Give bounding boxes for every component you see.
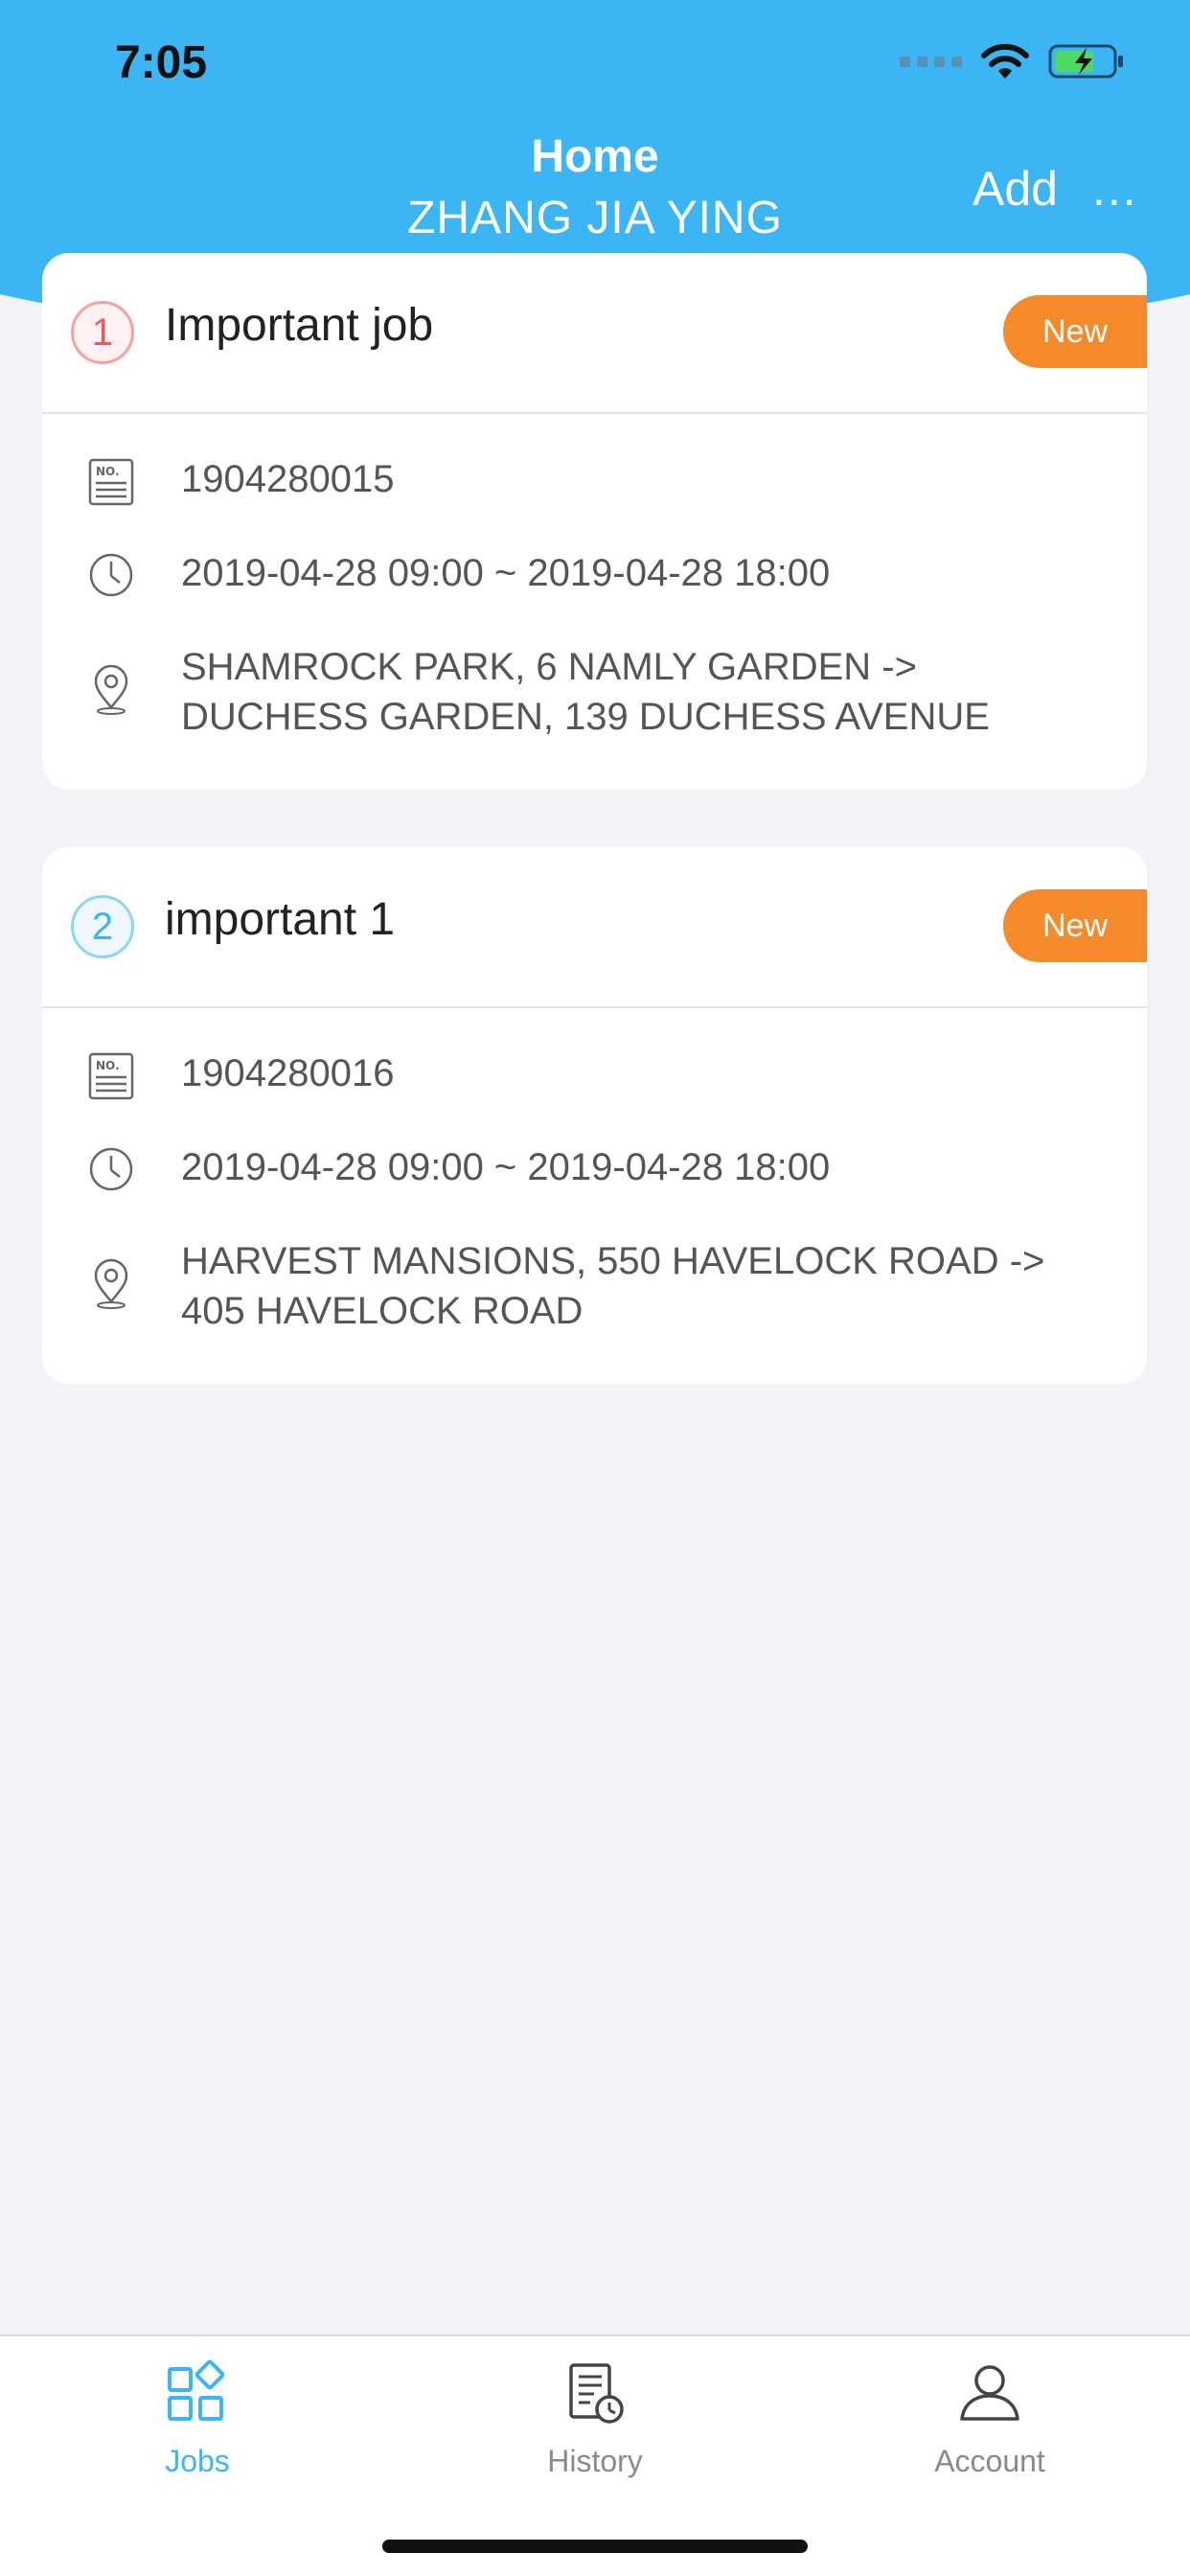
home-indicator[interactable] bbox=[382, 2540, 808, 2553]
svg-text:NO.: NO. bbox=[96, 1059, 120, 1072]
job-index-badge: 1 bbox=[71, 301, 134, 364]
tab-jobs[interactable]: Jobs bbox=[73, 2359, 322, 2479]
job-status-badge: New bbox=[1003, 295, 1147, 368]
clock-icon bbox=[89, 553, 133, 597]
job-card[interactable]: 2 important 1 New NO. 1904280016 2019-04… bbox=[42, 847, 1147, 1384]
location-pin-icon bbox=[94, 1258, 128, 1309]
battery-charging-icon bbox=[1048, 44, 1123, 79]
job-card-header: 2 important 1 New bbox=[42, 847, 1147, 1008]
tab-label: Jobs bbox=[165, 2444, 230, 2478]
more-menu-button[interactable]: ... bbox=[1092, 161, 1138, 217]
location-pin-icon bbox=[94, 664, 128, 715]
job-title: Important job bbox=[165, 300, 434, 351]
tab-history[interactable]: History bbox=[470, 2359, 720, 2479]
job-number: 1904280016 bbox=[181, 1052, 395, 1094]
grid-icon bbox=[168, 2359, 225, 2421]
job-route-line: SHAMROCK PARK, 6 NAMLY GARDEN -> bbox=[181, 646, 917, 688]
job-card-header: 1 Important job New bbox=[42, 253, 1147, 414]
add-button[interactable]: Add bbox=[973, 161, 1058, 217]
history-doc-icon bbox=[569, 2363, 624, 2424]
job-route: HARVEST MANSIONS, 550 HAVELOCK ROAD -> 4… bbox=[181, 1236, 1109, 1336]
cellular-signal-icon bbox=[900, 56, 962, 67]
wifi-icon bbox=[981, 43, 1029, 79]
job-card[interactable]: 1 Important job New NO. 1904280015 2019-… bbox=[42, 253, 1147, 790]
status-bar-time: 7:05 bbox=[115, 37, 208, 88]
tab-label: History bbox=[547, 2444, 643, 2478]
job-status-badge: New bbox=[1003, 889, 1147, 962]
job-route-line: DUCHESS GARDEN, 139 DUCHESS AVENUE bbox=[181, 696, 990, 738]
job-time-range: 2019-04-28 09:00 ~ 2019-04-28 18:00 bbox=[181, 1146, 831, 1188]
job-number: 1904280015 bbox=[181, 458, 395, 500]
job-title: important 1 bbox=[165, 894, 396, 945]
job-index-badge: 2 bbox=[71, 895, 134, 958]
clock-icon bbox=[89, 1147, 133, 1191]
svg-text:NO.: NO. bbox=[96, 465, 120, 478]
job-route: SHAMROCK PARK, 6 NAMLY GARDEN -> DUCHESS… bbox=[181, 642, 1109, 742]
job-route-line: 405 HAVELOCK ROAD bbox=[181, 1290, 584, 1332]
tab-account[interactable]: Account bbox=[865, 2359, 1114, 2479]
tab-label: Account bbox=[934, 2444, 1045, 2478]
job-route-line: HARVEST MANSIONS, 550 HAVELOCK ROAD -> bbox=[181, 1240, 1045, 1282]
job-number-icon: NO. bbox=[88, 458, 134, 506]
status-bar-icons bbox=[900, 42, 1125, 80]
job-number-icon: NO. bbox=[88, 1052, 134, 1100]
home-screen: 7:05 Home ZHANG JIA YING Add ... 1 Impor… bbox=[0, 0, 1190, 2576]
person-icon bbox=[960, 2365, 1019, 2421]
job-time-range: 2019-04-28 09:00 ~ 2019-04-28 18:00 bbox=[181, 552, 831, 594]
